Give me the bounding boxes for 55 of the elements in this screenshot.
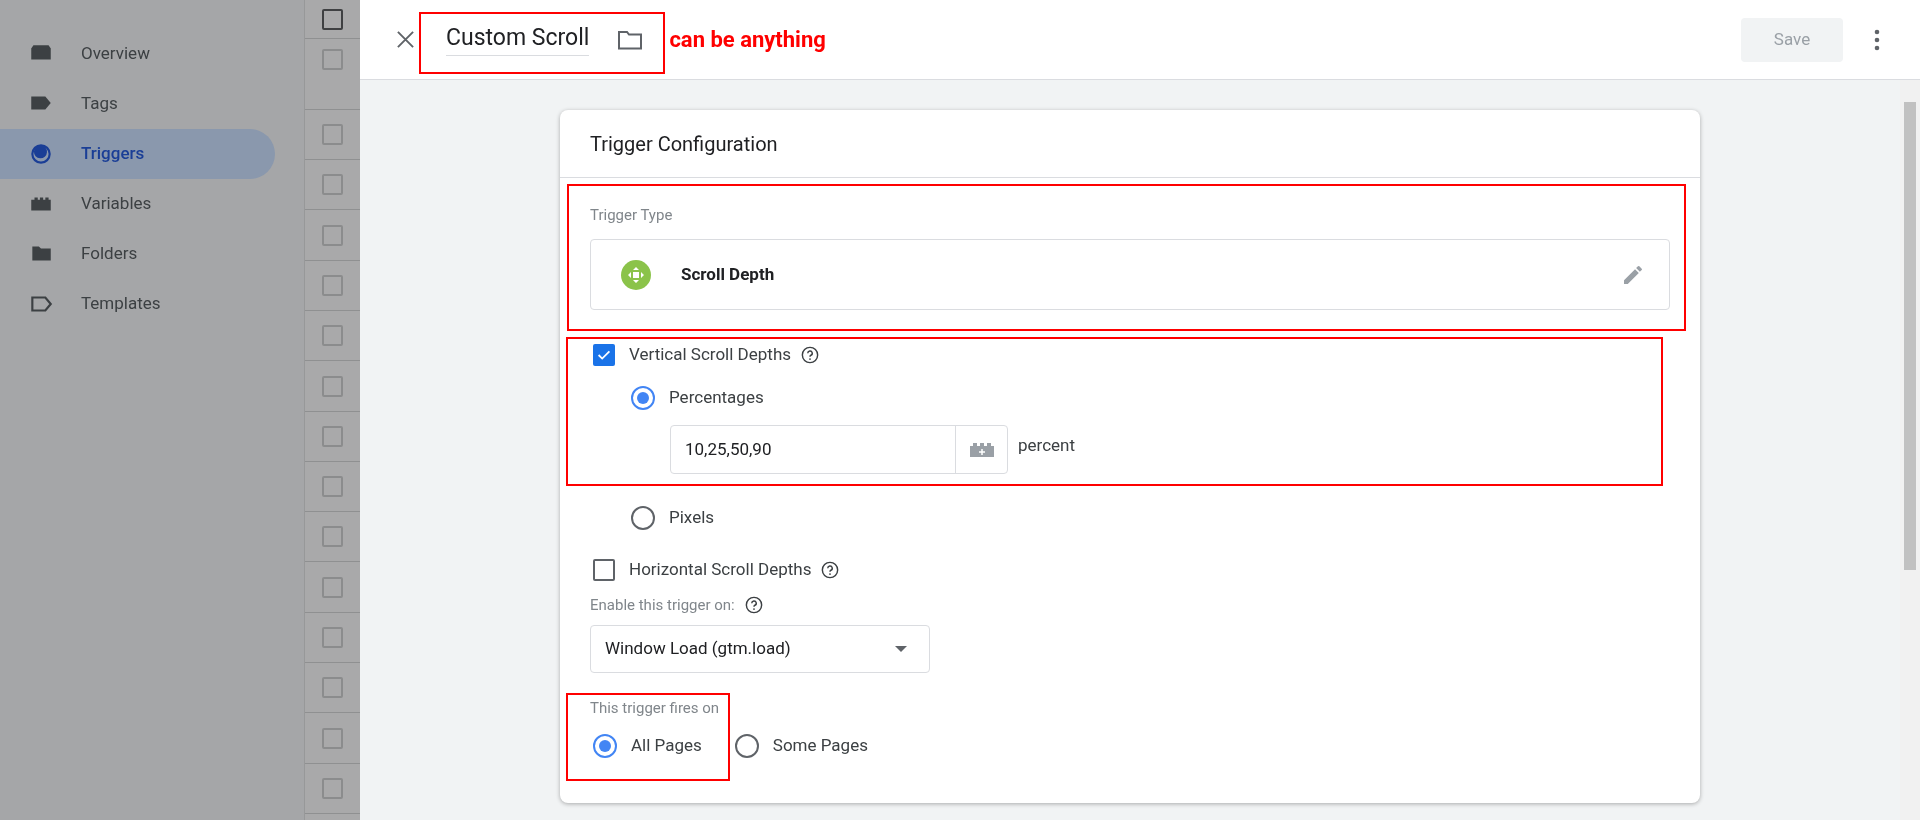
- radio-label: Percentages: [669, 386, 764, 410]
- checkbox[interactable]: [322, 174, 343, 195]
- help-icon[interactable]: [744, 596, 763, 614]
- sidebar-item[interactable]: Templates: [0, 279, 275, 329]
- checkbox[interactable]: [322, 727, 343, 749]
- folder-icon[interactable]: [617, 28, 644, 51]
- checkbox[interactable]: [322, 576, 343, 598]
- sidebar-item[interactable]: Variables: [0, 179, 275, 229]
- field-label: Enable this trigger on:: [590, 594, 735, 616]
- checkbox[interactable]: [322, 778, 343, 799]
- trigger-icon: [28, 141, 54, 167]
- checkbox[interactable]: [322, 224, 343, 246]
- radio-button[interactable]: [734, 734, 759, 758]
- sidebar-item[interactable]: Triggers: [0, 129, 275, 179]
- annotation-text: can be anything: [669, 26, 826, 54]
- dropdown-arrow-icon: [895, 646, 907, 652]
- checkbox[interactable]: [322, 275, 343, 296]
- radio-button[interactable]: [631, 386, 655, 410]
- radio-label: Pixels: [669, 506, 715, 530]
- sidebar-item[interactable]: Tags: [0, 79, 275, 129]
- input-field[interactable]: 10,25,50,90: [670, 425, 1008, 474]
- checkbox[interactable]: [322, 124, 343, 145]
- radio-button[interactable]: [593, 734, 617, 758]
- field-label: This trigger fires on: [590, 699, 720, 717]
- radio-label: All Pages: [631, 734, 702, 758]
- field-label: Trigger Type: [590, 205, 673, 225]
- variable-icon[interactable]: [969, 442, 994, 457]
- more-icon[interactable]: [1874, 28, 1880, 51]
- checkbox[interactable]: [322, 526, 343, 547]
- help-icon[interactable]: [821, 561, 840, 579]
- checkbox[interactable]: [593, 344, 615, 366]
- checkbox[interactable]: [322, 476, 343, 497]
- checkbox-label: Horizontal Scroll Depths: [629, 558, 812, 582]
- close-icon[interactable]: [396, 30, 415, 49]
- help-icon[interactable]: [801, 346, 820, 364]
- trigger-type-card[interactable]: Scroll Depth: [590, 239, 1670, 310]
- checkbox[interactable]: [593, 559, 615, 581]
- dropdown[interactable]: Window Load (gtm.load): [590, 625, 930, 673]
- card-title: Trigger Configuration: [560, 110, 1700, 178]
- radio-label: Some Pages: [772, 734, 868, 758]
- checkbox[interactable]: [322, 627, 343, 648]
- sidebar-item[interactable]: Folders: [0, 229, 275, 279]
- radio-button[interactable]: [631, 506, 655, 530]
- scroll-depth-icon: [621, 259, 651, 290]
- checkbox[interactable]: [322, 426, 343, 447]
- title-field[interactable]: Custom Scroll: [446, 23, 590, 56]
- checkbox[interactable]: [322, 325, 343, 346]
- checkbox[interactable]: [322, 677, 343, 698]
- checkbox-label: Vertical Scroll Depths: [629, 343, 792, 367]
- checkbox[interactable]: [322, 375, 343, 397]
- sidebar-item[interactable]: Overview: [0, 29, 275, 79]
- unit-label: percent: [1018, 434, 1076, 457]
- checkbox[interactable]: [322, 8, 343, 30]
- scrollbar-thumb[interactable]: [1904, 102, 1916, 570]
- checkbox[interactable]: [322, 49, 343, 70]
